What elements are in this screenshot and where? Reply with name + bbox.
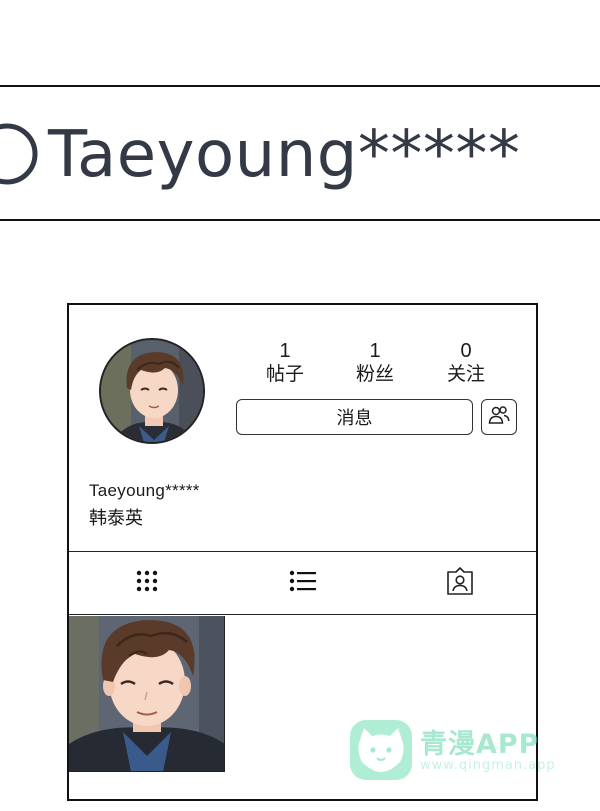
stat-posts-label: 帖子: [265, 364, 304, 385]
stat-following[interactable]: 0 关注: [431, 339, 501, 387]
stat-followers-value: 1: [369, 340, 381, 362]
search-input[interactable]: Taeyoung*****: [48, 115, 520, 195]
search-icon[interactable]: [0, 109, 52, 199]
stat-followers[interactable]: 1 粉丝: [340, 339, 410, 387]
list-icon: [289, 569, 317, 598]
stat-following-label: 关注: [446, 364, 485, 385]
message-button[interactable]: 消息: [236, 399, 473, 435]
watermark-logo-icon: [350, 720, 412, 780]
stat-following-value: 0: [460, 340, 472, 362]
grid-icon: [135, 569, 159, 598]
tab-tagged[interactable]: [430, 552, 490, 614]
stat-posts[interactable]: 1 帖子: [250, 339, 320, 387]
stat-followers-label: 粉丝: [355, 364, 394, 385]
tab-list[interactable]: [273, 552, 333, 614]
profile-username: Taeyoung*****: [89, 481, 200, 500]
add-person-icon: [487, 403, 511, 432]
search-bar[interactable]: Taeyoung*****: [0, 85, 600, 221]
profile-tab-bar: [69, 551, 536, 615]
suggested-users-button[interactable]: [481, 399, 517, 435]
post-thumbnail[interactable]: [69, 616, 225, 772]
tagged-user-icon: [445, 566, 475, 600]
tab-grid[interactable]: [117, 552, 177, 614]
watermark: 青漫APP www.qingman.app: [350, 718, 580, 788]
watermark-title: 青漫APP: [420, 729, 540, 760]
avatar[interactable]: [99, 338, 205, 444]
watermark-url: www.qingman.app: [420, 758, 556, 773]
profile-display-name: 韩泰英: [89, 508, 143, 528]
stat-posts-value: 1: [279, 340, 291, 362]
